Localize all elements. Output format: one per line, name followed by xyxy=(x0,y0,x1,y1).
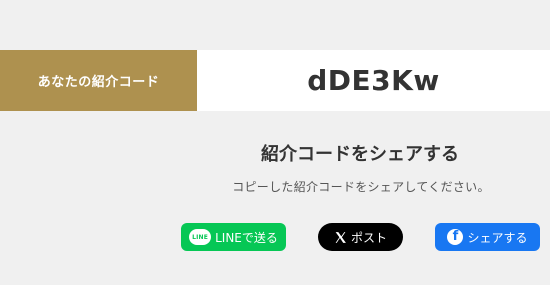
line-icon: LINE xyxy=(189,229,212,245)
referral-code-label: あなたの紹介コード xyxy=(0,50,197,111)
referral-code-value: dDE3Kw xyxy=(307,64,440,97)
x-logo-icon xyxy=(334,231,347,244)
referral-code-box: dDE3Kw xyxy=(197,50,550,111)
referral-code-row: あなたの紹介コード dDE3Kw xyxy=(0,50,550,111)
line-share-label: LINEで送る xyxy=(215,230,278,245)
facebook-icon: f xyxy=(447,229,464,245)
facebook-share-button[interactable]: f シェアする xyxy=(435,223,540,251)
share-description: コピーした紹介コードをシェアしてください。 xyxy=(232,180,490,194)
x-post-label: ポスト xyxy=(350,230,387,245)
share-title: 紹介コードをシェアする xyxy=(261,144,459,165)
facebook-share-label: シェアする xyxy=(467,230,528,245)
x-post-button[interactable]: ポスト xyxy=(318,223,403,251)
referral-share-page: あなたの紹介コード dDE3Kw 紹介コードをシェアする コピーした紹介コードを… xyxy=(0,0,550,285)
line-share-button[interactable]: LINE LINEで送る xyxy=(181,223,286,251)
